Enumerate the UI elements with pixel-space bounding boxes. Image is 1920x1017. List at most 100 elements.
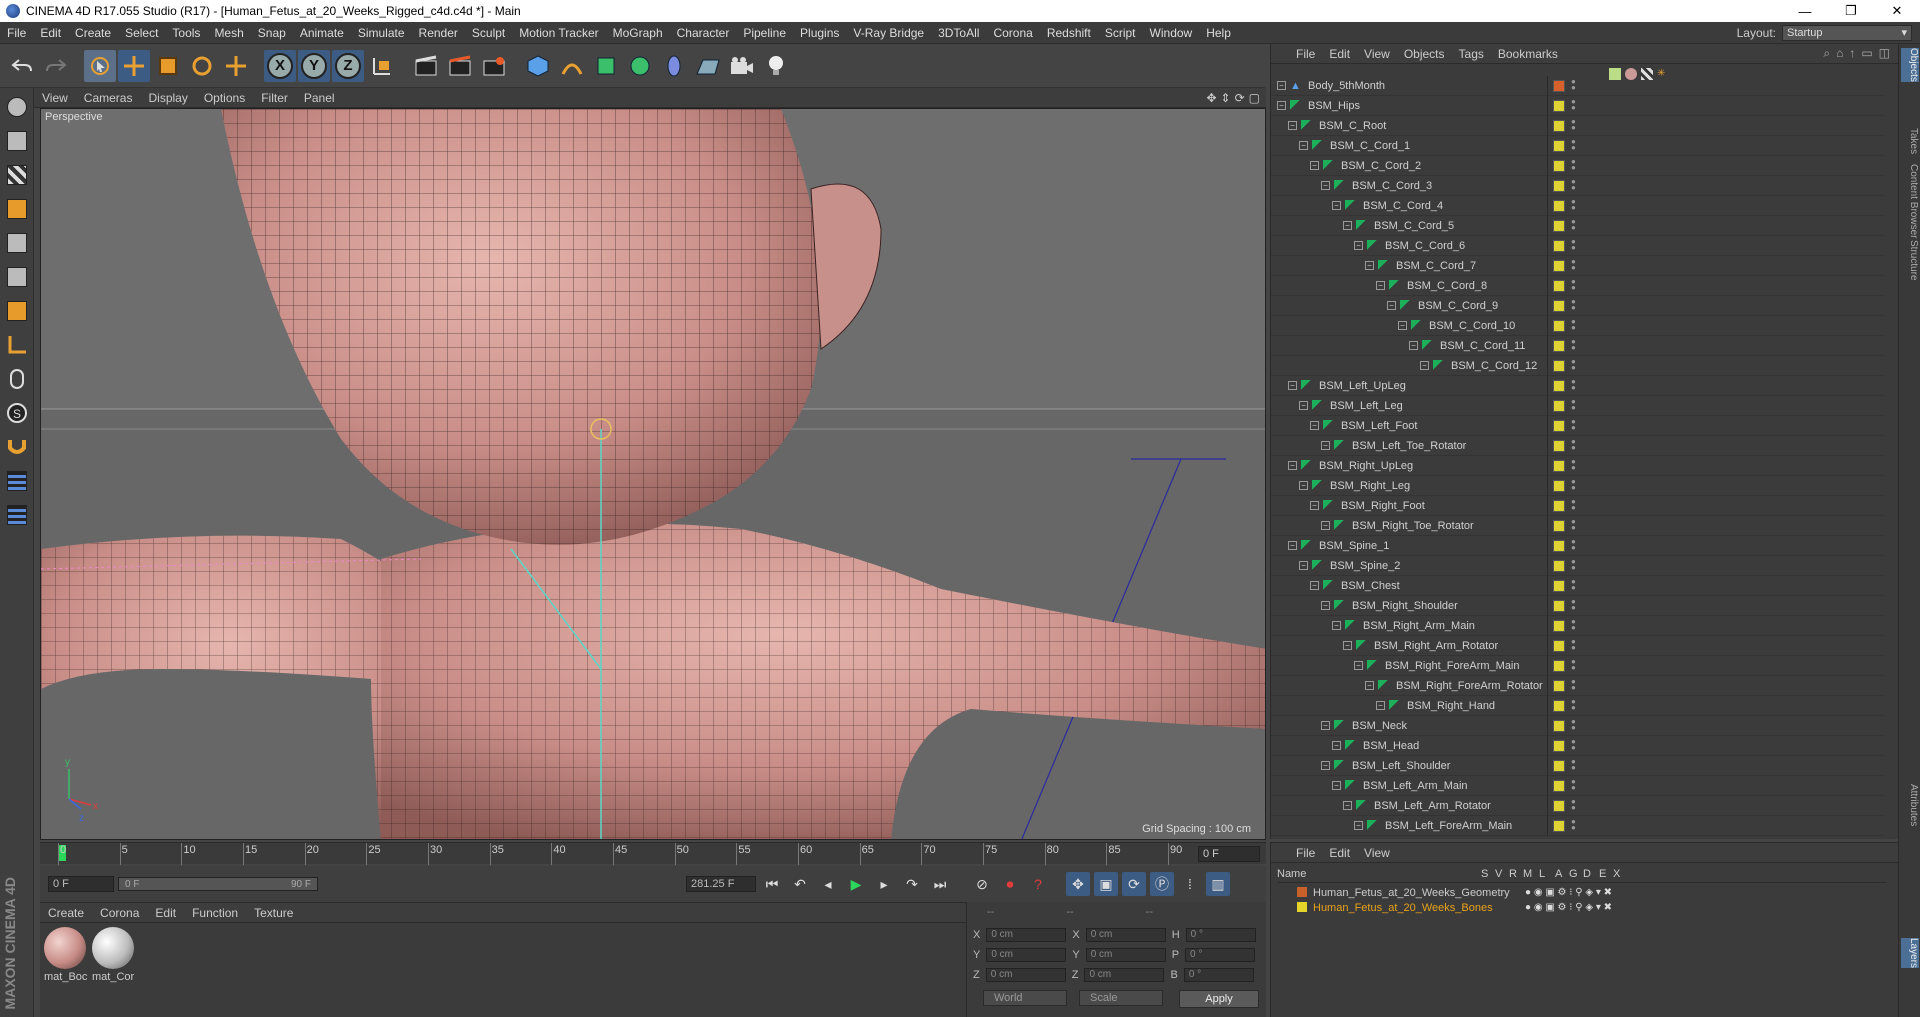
expand-toggle-icon[interactable]: −	[1387, 301, 1396, 310]
layer-column-name[interactable]: Name	[1277, 868, 1306, 880]
transform-tool[interactable]	[220, 50, 252, 82]
expand-toggle-icon[interactable]: −	[1299, 481, 1308, 490]
undo-button[interactable]	[6, 50, 38, 82]
visibility-dots-icon[interactable]: ● ●	[1571, 178, 1576, 192]
y-axis-lock[interactable]: Y	[298, 49, 330, 82]
layer-color-swatch[interactable]	[1553, 240, 1565, 252]
expand-toggle-icon[interactable]: −	[1288, 121, 1297, 130]
visibility-dots-icon[interactable]: ● ●	[1571, 758, 1576, 772]
move-tool[interactable]	[118, 49, 150, 82]
visibility-dots-icon[interactable]: ● ●	[1571, 398, 1576, 412]
material-tag-icon[interactable]	[1609, 68, 1621, 80]
layer-color-swatch[interactable]	[1553, 220, 1565, 232]
layer-color-swatch[interactable]	[1553, 280, 1565, 292]
previous-frame-button[interactable]: ◂	[816, 872, 840, 896]
object-row[interactable]: − BSM_C_Cord_11 ● ●	[1271, 336, 1883, 356]
object-row[interactable]: − BSM_C_Cord_5 ● ●	[1271, 216, 1883, 236]
visibility-dots-icon[interactable]: ● ●	[1571, 358, 1576, 372]
key-rotation-toggle[interactable]: ⟳	[1122, 872, 1146, 896]
deformer-button[interactable]	[658, 50, 690, 82]
object-row[interactable]: − BSM_Right_ForeArm_Main ● ●	[1271, 656, 1883, 676]
expand-toggle-icon[interactable]: −	[1398, 321, 1407, 330]
light-button[interactable]	[760, 50, 792, 82]
keyframe-selection-button[interactable]: ?	[1026, 872, 1050, 896]
menu-item-file[interactable]: File	[0, 22, 33, 44]
visibility-dots-icon[interactable]: ● ●	[1571, 658, 1576, 672]
minimize-button[interactable]: —	[1782, 0, 1828, 22]
start-frame-field[interactable]: 0 F	[48, 876, 114, 892]
visibility-dots-icon[interactable]: ● ●	[1571, 218, 1576, 232]
menu-item-pipeline[interactable]: Pipeline	[736, 22, 793, 44]
object-row[interactable]: − BSM_Neck ● ●	[1271, 716, 1883, 736]
layer-color-swatch[interactable]	[1553, 80, 1565, 92]
visibility-dots-icon[interactable]: ● ●	[1571, 258, 1576, 272]
menu-item-v-ray-bridge[interactable]: V-Ray Bridge	[846, 22, 931, 44]
menu-item-plugins[interactable]: Plugins	[793, 22, 846, 44]
object-menu-file[interactable]: File	[1289, 47, 1322, 61]
object-row[interactable]: − BSM_Left_Arm_Rotator ● ●	[1271, 796, 1883, 816]
layer-color-swatch[interactable]	[1553, 140, 1565, 152]
expand-toggle-icon[interactable]: −	[1277, 81, 1286, 90]
expand-toggle-icon[interactable]: −	[1365, 681, 1374, 690]
position-x-input[interactable]: 0 cm	[986, 928, 1067, 942]
expand-toggle-icon[interactable]: −	[1343, 221, 1352, 230]
visibility-dots-icon[interactable]: ● ●	[1571, 278, 1576, 292]
rotation-b-input[interactable]: 0 °	[1183, 968, 1254, 982]
layer-color-swatch[interactable]	[1553, 460, 1565, 472]
model-mode-tool[interactable]	[2, 126, 32, 156]
layer-column-l[interactable]: L	[1539, 868, 1545, 880]
coordinate-mode-dropdown[interactable]: World	[983, 990, 1067, 1006]
size-z-input[interactable]: 0 cm	[1084, 968, 1165, 982]
rotation-h-input[interactable]: 0 °	[1185, 928, 1256, 942]
record-active-objects-button[interactable]: ⊘	[970, 872, 994, 896]
visibility-dots-icon[interactable]: ● ●	[1571, 118, 1576, 132]
menu-item-help[interactable]: Help	[1199, 22, 1238, 44]
snap-tool[interactable]: S	[2, 398, 32, 428]
position-z-input[interactable]: 0 cm	[985, 968, 1066, 982]
visibility-dots-icon[interactable]: ● ●	[1571, 438, 1576, 452]
visibility-dots-icon[interactable]: ● ●	[1571, 738, 1576, 752]
menu-item-render[interactable]: Render	[412, 22, 465, 44]
close-button[interactable]: ✕	[1874, 0, 1920, 22]
size-x-input[interactable]: 0 cm	[1085, 928, 1166, 942]
menu-item-motion-tracker[interactable]: Motion Tracker	[512, 22, 605, 44]
layer-color-swatch[interactable]	[1553, 740, 1565, 752]
go-to-end-button[interactable]: ⏭	[928, 872, 952, 896]
object-row[interactable]: − BSM_C_Cord_4 ● ●	[1271, 196, 1883, 216]
object-tree[interactable]: − ▲ Body_5thMonth ● ● − BSM_Hips ● ● − BSM_C_Roo…	[1271, 76, 1899, 836]
object-menu-objects[interactable]: Objects	[1397, 47, 1452, 61]
expand-toggle-icon[interactable]: −	[1277, 101, 1286, 110]
timeline-ruler[interactable]: 0 5 10 15 20 25 30 35 40 45 50 55 60 65 70 75 80 85 90 0 F	[40, 842, 1266, 865]
layer-color-swatch[interactable]	[1553, 440, 1565, 452]
orbit-icon[interactable]: ⟳	[1235, 91, 1245, 105]
menu-item-sculpt[interactable]: Sculpt	[465, 22, 512, 44]
menu-item-mesh[interactable]: Mesh	[207, 22, 250, 44]
layer-color-swatch[interactable]	[1553, 620, 1565, 632]
make-editable-tool[interactable]	[2, 92, 32, 122]
expand-toggle-icon[interactable]: −	[1420, 361, 1429, 370]
expand-toggle-icon[interactable]: −	[1288, 461, 1297, 470]
up-arrow-icon[interactable]: ↑	[1849, 46, 1855, 61]
expand-toggle-icon[interactable]: −	[1365, 261, 1374, 270]
layer-column-r[interactable]: R	[1509, 868, 1517, 880]
visibility-dots-icon[interactable]: ● ●	[1571, 558, 1576, 572]
layer-color-swatch[interactable]	[1553, 760, 1565, 772]
next-key-button[interactable]: ↷	[900, 872, 924, 896]
tweak-mode-tool[interactable]	[2, 364, 32, 394]
visibility-dots-icon[interactable]: ● ●	[1571, 598, 1576, 612]
object-row[interactable]: − BSM_C_Root ● ●	[1271, 116, 1883, 136]
visibility-dots-icon[interactable]: ● ●	[1571, 818, 1576, 832]
object-row[interactable]: − BSM_Right_ForeArm_Rotator ● ●	[1271, 676, 1883, 696]
layer-color-swatch[interactable]	[1553, 700, 1565, 712]
visibility-dots-icon[interactable]: ● ●	[1571, 618, 1576, 632]
expand-toggle-icon[interactable]: −	[1376, 281, 1385, 290]
layer-color-swatch[interactable]	[1297, 887, 1307, 897]
layer-toggle-icons[interactable]: ● ◉ ▣ ⚙ ⁝ ⚲ ◈ ▾ ✖	[1525, 887, 1612, 898]
visibility-dots-icon[interactable]: ● ●	[1571, 158, 1576, 172]
timeline-window-button[interactable]: ▥	[1206, 872, 1230, 896]
object-row[interactable]: − ▲ Body_5thMonth ● ●	[1271, 76, 1883, 96]
object-row[interactable]: − BSM_Right_Arm_Rotator ● ●	[1271, 636, 1883, 656]
menu-item-redshift[interactable]: Redshift	[1040, 22, 1098, 44]
x-axis-lock[interactable]: X	[264, 49, 296, 82]
material-menu-function[interactable]: Function	[184, 906, 246, 920]
